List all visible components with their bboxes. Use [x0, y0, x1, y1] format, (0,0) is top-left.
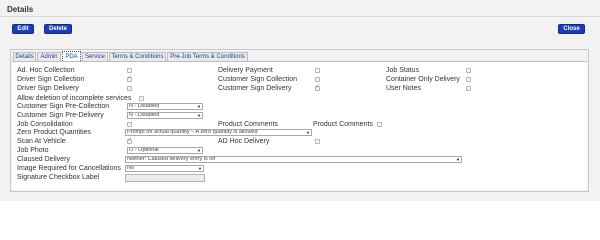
- chevron-down-icon: ▼: [456, 157, 460, 162]
- product-comments-checkbox[interactable]: [377, 122, 382, 127]
- driver-sign-collection-checkbox[interactable]: [127, 74, 132, 82]
- chevron-down-icon: ▼: [306, 130, 310, 135]
- customer-sign-collection-label: Customer Sign Collection: [218, 76, 297, 83]
- customer-sign-collection-checkbox[interactable]: [315, 77, 320, 82]
- user-notes-label: User Notes: [386, 85, 422, 92]
- ad-hoc-delivery-label: AD Hoc Delivery: [218, 138, 270, 145]
- claused-delivery-select[interactable]: Neither: Claused delivery entry is off ▼: [125, 156, 462, 163]
- zero-product-quantities-select[interactable]: Prompt for actual quantity – A zero quan…: [125, 129, 312, 136]
- allow-deletion-checkbox[interactable]: [139, 96, 144, 101]
- job-status-label: Job Status: [386, 67, 420, 74]
- image-required-cancellations-label: Image Required for Cancellations: [17, 165, 121, 172]
- chevron-down-icon: ▼: [197, 113, 201, 118]
- ad-hoc-collection-checkbox[interactable]: [127, 68, 132, 73]
- job-status-checkbox[interactable]: [466, 68, 471, 73]
- panel-title: Details: [7, 5, 34, 14]
- scan-at-vehicle-label: Scan At Vehicle: [17, 138, 66, 145]
- customer-sign-pre-delivery-value: N - Disabled: [129, 112, 160, 118]
- delete-button[interactable]: Delete: [44, 24, 72, 34]
- zero-product-quantities-label: Zero Product Quantities: [17, 129, 91, 136]
- chevron-down-icon: ▼: [197, 148, 201, 153]
- close-button[interactable]: Close: [558, 24, 585, 34]
- tab-pda[interactable]: PDA: [62, 51, 81, 61]
- signature-checkbox-label-input[interactable]: [125, 174, 205, 182]
- driver-sign-delivery-checkbox[interactable]: [127, 86, 132, 91]
- tab-admin[interactable]: Admin: [37, 52, 61, 61]
- job-photo-label: Job Photo: [17, 147, 49, 154]
- title-divider: [0, 16, 600, 17]
- claused-delivery-label: Claused Delivery: [17, 156, 70, 163]
- job-photo-value: O - Optional: [129, 147, 159, 153]
- job-consolidation-checkbox[interactable]: [127, 122, 132, 127]
- container-only-delivery-label: Container Only Delivery: [386, 76, 460, 83]
- product-comments-label: Product Comments: [218, 121, 278, 128]
- chevron-down-icon: ▼: [198, 166, 202, 171]
- customer-sign-pre-delivery-select[interactable]: N - Disabled ▼: [127, 112, 203, 119]
- customer-sign-pre-collection-select[interactable]: N - Disabled ▼: [127, 103, 203, 110]
- delivery-payment-checkbox[interactable]: [315, 68, 320, 73]
- driver-sign-collection-label: Driver Sign Collection: [17, 76, 85, 83]
- signature-checkbox-label-label: Signature Checkbox Label: [17, 174, 100, 181]
- customer-sign-pre-collection-value: N - Disabled: [129, 103, 160, 109]
- claused-delivery-value: Neither: Claused delivery entry is off: [127, 156, 216, 162]
- user-notes-checkbox[interactable]: [466, 86, 471, 91]
- delivery-payment-label: Delivery Payment: [218, 67, 273, 74]
- scan-at-vehicle-checkbox[interactable]: [127, 136, 132, 144]
- tab-pre-job-terms-conditions[interactable]: Pre-Job Terms & Conditions: [167, 52, 248, 61]
- image-required-cancellations-value: No: [127, 165, 135, 171]
- details-panel: Details Edit Delete Close Details Admin …: [0, 0, 600, 201]
- ad-hoc-collection-label: Ad. Hoc Collection: [17, 67, 75, 74]
- zero-product-quantities-value: Prompt for actual quantity – A zero quan…: [127, 129, 258, 135]
- tab-details[interactable]: Details: [13, 52, 36, 61]
- container-only-delivery-checkbox[interactable]: [466, 77, 471, 82]
- driver-sign-delivery-label: Driver Sign Delivery: [17, 85, 79, 92]
- customer-sign-delivery-label: Customer Sign Delivery: [218, 85, 292, 92]
- customer-sign-pre-collection-label: Customer Sign Pre-Collection: [17, 103, 110, 110]
- product-comments-label-secondary: Product Comments: [313, 121, 373, 128]
- image-required-cancellations-select[interactable]: No ▼: [125, 165, 204, 172]
- edit-button[interactable]: Edit: [12, 24, 34, 34]
- ad-hoc-delivery-checkbox[interactable]: [315, 139, 320, 144]
- chevron-down-icon: ▼: [197, 104, 201, 109]
- job-photo-select[interactable]: O - Optional ▼: [127, 147, 203, 154]
- customer-sign-delivery-checkbox[interactable]: [315, 83, 320, 91]
- tab-terms-conditions[interactable]: Terms & Conditions: [109, 52, 166, 61]
- customer-sign-pre-delivery-label: Customer Sign Pre-Delivery: [17, 112, 104, 119]
- tab-service[interactable]: Service: [82, 52, 108, 61]
